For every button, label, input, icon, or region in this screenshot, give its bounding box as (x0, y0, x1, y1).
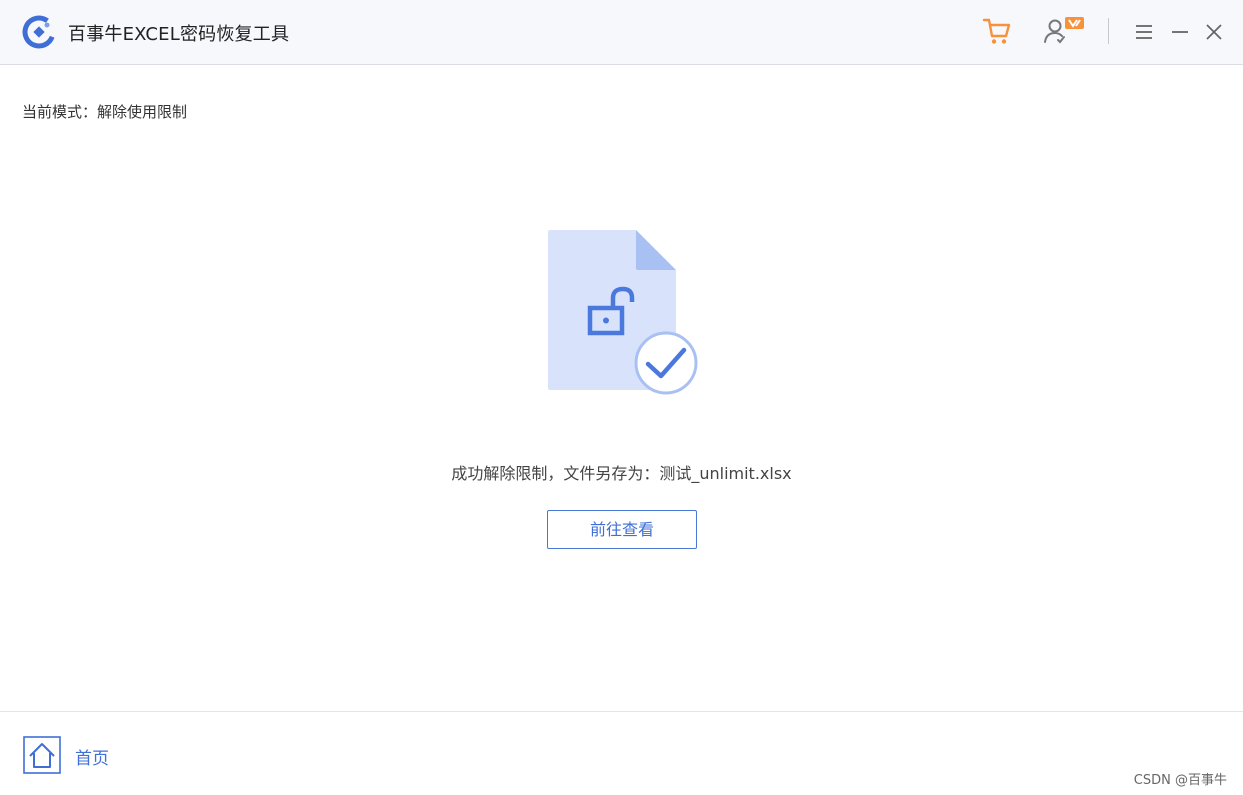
home-button[interactable]: 首页 (23, 736, 123, 774)
result-message: 成功解除限制，文件另存为：测试_unlimit.xlsx (451, 464, 792, 483)
go-view-button[interactable]: 前往查看 (547, 510, 697, 549)
footer-divider (0, 711, 1243, 712)
user-vip-icon[interactable] (1040, 14, 1086, 46)
cart-icon[interactable] (981, 15, 1013, 47)
menu-icon[interactable] (1133, 21, 1155, 43)
home-icon (23, 736, 61, 774)
app-logo-icon (22, 15, 56, 49)
file-unlocked-illustration (548, 230, 698, 395)
titlebar-separator (1108, 18, 1109, 44)
close-icon[interactable] (1203, 21, 1225, 43)
checkmark-icon (634, 331, 698, 395)
minimize-icon[interactable] (1169, 21, 1191, 43)
title-bar: 百事牛EXCEL密码恢复工具 (0, 0, 1243, 65)
app-title: 百事牛EXCEL密码恢复工具 (68, 24, 290, 45)
home-label: 首页 (75, 749, 109, 769)
watermark: CSDN @百事牛 (1133, 773, 1227, 788)
current-mode-label: 当前模式：解除使用限制 (22, 103, 188, 121)
